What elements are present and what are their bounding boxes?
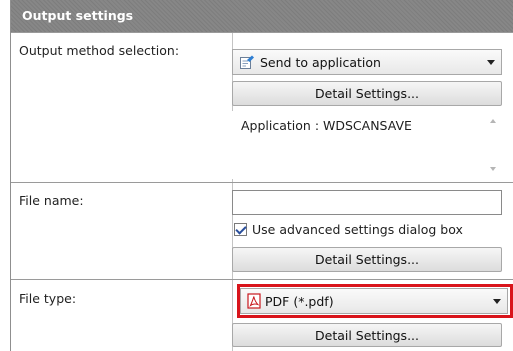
output-method-detail-settings-button[interactable]: Detail Settings...: [232, 81, 502, 106]
header-divider: [11, 32, 513, 33]
file-name-input[interactable]: [232, 190, 502, 215]
file-name-detail-settings-button[interactable]: Detail Settings...: [232, 247, 502, 272]
advanced-settings-label: Use advanced settings dialog box: [252, 222, 463, 237]
section-divider-2: [11, 279, 513, 280]
file-type-highlight-box: [237, 284, 513, 318]
output-method-label: Output method selection:: [19, 43, 180, 58]
application-info-box: Application : WDSCANSAVE: [232, 111, 502, 179]
application-text: Application : WDSCANSAVE: [241, 118, 412, 133]
file-type-detail-settings-button[interactable]: Detail Settings...: [232, 323, 502, 347]
output-method-value: Send to application: [260, 54, 381, 70]
send-to-application-icon: [239, 54, 255, 70]
file-type-label: File type:: [19, 291, 77, 306]
scroll-down-icon[interactable]: [490, 167, 496, 171]
advanced-settings-checkbox-row[interactable]: Use advanced settings dialog box: [234, 222, 463, 237]
file-name-label: File name:: [19, 193, 84, 208]
scroll-up-icon[interactable]: [490, 119, 496, 123]
output-method-select[interactable]: Send to application: [232, 49, 502, 75]
panel-title: Output settings: [11, 0, 513, 32]
chevron-down-icon: [487, 60, 495, 65]
advanced-settings-checkbox[interactable]: [234, 223, 247, 236]
section-divider-1: [11, 182, 513, 183]
application-info-scrollbar[interactable]: [485, 111, 502, 179]
